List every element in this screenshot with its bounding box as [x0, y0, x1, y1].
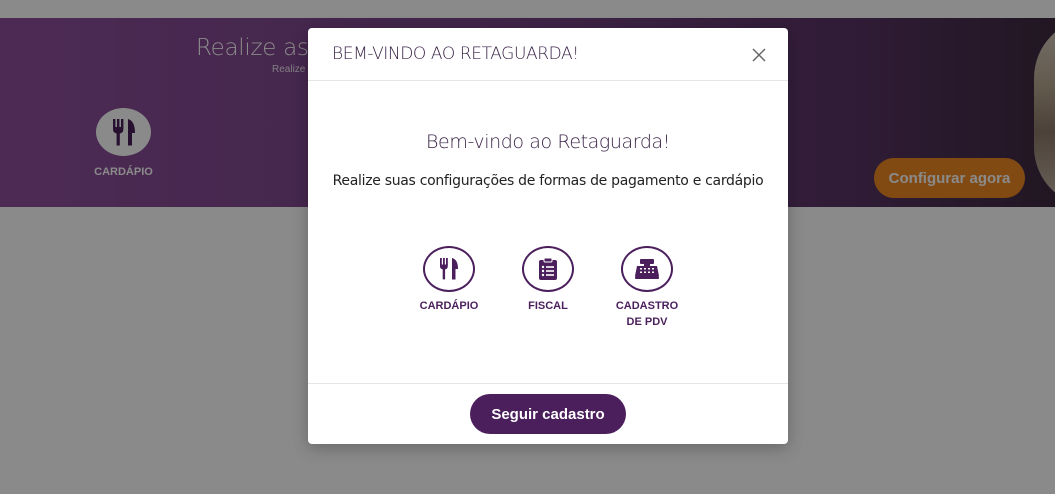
modal-footer: Seguir cadastro: [308, 383, 788, 444]
pdv-icon-circle: [621, 246, 673, 292]
feature-label: CADASTRO DE PDV: [615, 300, 679, 328]
continue-registration-button[interactable]: Seguir cadastro: [470, 394, 626, 434]
fork-knife-icon: [440, 258, 458, 280]
welcome-modal: BEM-VINDO AO RETAGUARDA! Bem-vindo ao Re…: [308, 28, 788, 444]
feature-fiscal: FISCAL: [503, 246, 593, 314]
close-icon: [752, 48, 766, 62]
feature-cardapio: CARDÁPIO: [404, 246, 494, 314]
feature-label: CARDÁPIO: [419, 300, 479, 312]
close-button[interactable]: [749, 45, 769, 65]
cardapio-icon-circle: [423, 246, 475, 292]
modal-description: Realize suas configurações de formas de …: [332, 173, 764, 189]
modal-title: BEM-VINDO AO RETAGUARDA!: [332, 44, 579, 64]
fiscal-icon-circle: [522, 246, 574, 292]
feature-label: FISCAL: [528, 300, 568, 312]
feature-cadastro-pdv: CADASTRO DE PDV: [602, 246, 692, 330]
clipboard-list-icon: [539, 257, 557, 280]
cash-register-icon: [635, 259, 659, 279]
modal-heading: Bem-vindo ao Retaguarda!: [426, 131, 670, 153]
modal-header: BEM-VINDO AO RETAGUARDA!: [308, 28, 788, 81]
